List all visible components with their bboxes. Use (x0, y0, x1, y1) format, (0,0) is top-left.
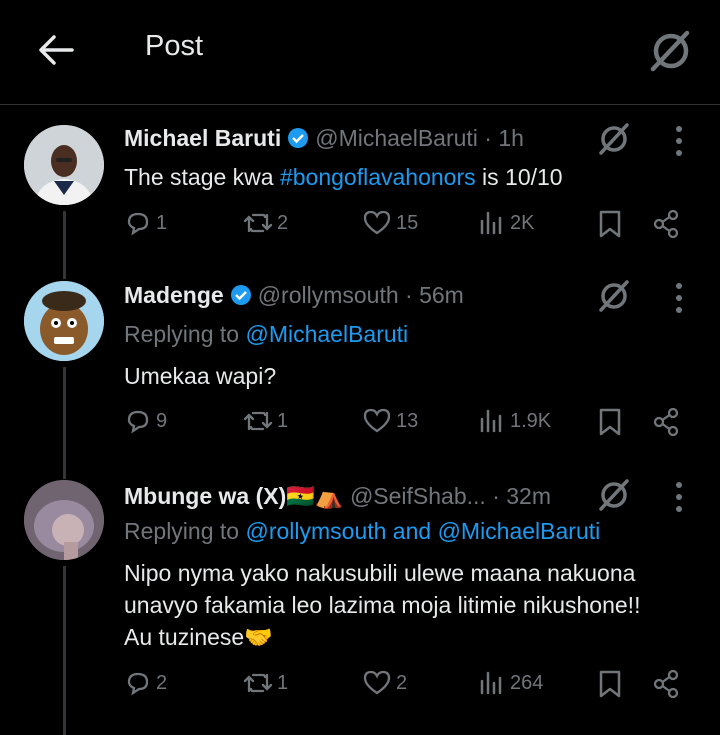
thread-line (63, 566, 66, 735)
avatar[interactable] (24, 480, 104, 560)
mention-link[interactable]: @MichaelBaruti (245, 321, 408, 347)
views-icon (480, 409, 502, 433)
repost-icon (243, 411, 273, 431)
reply-button[interactable]: 1 (124, 209, 167, 237)
reply-icon (127, 672, 149, 696)
more-options-icon[interactable] (666, 479, 692, 515)
bookmark-icon[interactable] (596, 407, 624, 437)
views-button[interactable]: 264 (478, 669, 543, 697)
repost-button[interactable]: 2 (243, 209, 288, 237)
action-bar: 2 1 2 264 (0, 669, 720, 705)
author-handle[interactable]: @SeifShab... (350, 483, 486, 509)
views-button[interactable]: 1.9K (478, 407, 551, 435)
reply-icon (127, 212, 149, 236)
more-options-icon[interactable] (666, 123, 692, 159)
replying-to: Replying to @MichaelBaruti (124, 321, 409, 347)
repost-button[interactable]: 1 (243, 669, 288, 697)
thread-line (63, 473, 66, 479)
author-handle[interactable]: @rollymsouth (258, 282, 399, 308)
author-name[interactable]: Michael Baruti (124, 125, 281, 151)
share-icon[interactable] (652, 407, 680, 437)
author-name[interactable]: Mbunge wa (X)🇬🇭⛺ (124, 483, 344, 509)
author-name[interactable]: Madenge (124, 282, 224, 308)
replying-to: Replying to @rollymsouth and @MichaelBar… (124, 518, 601, 544)
tweet-header: Michael Baruti @MichaelBaruti · 1h (124, 125, 524, 152)
tweet-text: The stage kwa #bongoflavahonors is 10/10 (124, 164, 563, 190)
tweet-1[interactable]: Michael Baruti @MichaelBaruti · 1h The st… (0, 105, 720, 275)
back-arrow-icon[interactable] (36, 30, 76, 70)
tweet-3[interactable]: Mbunge wa (X)🇬🇭⛺ @SeifShab... · 32m Repl… (0, 473, 720, 735)
grok-icon[interactable] (596, 121, 632, 157)
views-icon (480, 211, 502, 235)
verified-badge-icon (230, 285, 251, 305)
repost-icon (243, 213, 273, 233)
tweet-text: Umekaa wapi? (124, 363, 277, 389)
grok-icon[interactable] (646, 26, 696, 76)
heart-icon (363, 670, 391, 695)
avatar[interactable] (24, 281, 104, 361)
timestamp: · 32m (492, 483, 551, 509)
tweet-text: Nipo nyma yako nakusubili ulewe maana na… (124, 560, 641, 650)
verified-badge-icon (288, 128, 309, 148)
like-button[interactable]: 15 (362, 209, 418, 237)
reply-button[interactable]: 2 (124, 669, 167, 697)
more-options-icon[interactable] (666, 280, 692, 316)
page-title: Post (145, 30, 204, 62)
action-bar: 9 1 13 1.9K (0, 407, 720, 443)
tweet-2[interactable]: Madenge @rollymsouth · 56m Replying to @M… (0, 275, 720, 473)
reply-button[interactable]: 9 (124, 407, 167, 435)
timestamp: · 1h (484, 125, 524, 151)
grok-icon[interactable] (596, 278, 632, 314)
share-icon[interactable] (652, 209, 680, 239)
thread-line (63, 275, 66, 279)
views-icon (480, 671, 502, 695)
repost-icon (243, 673, 273, 693)
bookmark-icon[interactable] (596, 669, 624, 699)
mention-link[interactable]: @rollymsouth and @MichaelBaruti (245, 518, 600, 544)
avatar[interactable] (24, 125, 104, 205)
author-handle[interactable]: @MichaelBaruti (315, 125, 478, 151)
avatar-image (24, 480, 104, 560)
repost-button[interactable]: 1 (243, 407, 288, 435)
heart-icon (363, 210, 391, 235)
heart-icon (363, 408, 391, 433)
share-icon[interactable] (652, 669, 680, 699)
views-button[interactable]: 2K (478, 209, 534, 237)
tweet-header: Madenge @rollymsouth · 56m (124, 282, 464, 309)
like-button[interactable]: 2 (362, 669, 407, 697)
hashtag-link[interactable]: #bongoflavahonors (280, 164, 476, 190)
reply-icon (127, 410, 149, 434)
top-bar: Post (0, 0, 720, 105)
like-button[interactable]: 13 (362, 407, 418, 435)
tweet-header: Mbunge wa (X)🇬🇭⛺ @SeifShab... · 32m (124, 483, 551, 510)
bookmark-icon[interactable] (596, 209, 624, 239)
action-bar: 1 2 15 2K (0, 209, 720, 245)
avatar-image (24, 125, 104, 205)
avatar-image (24, 281, 104, 361)
timestamp: · 56m (405, 282, 464, 308)
grok-icon[interactable] (596, 477, 632, 513)
